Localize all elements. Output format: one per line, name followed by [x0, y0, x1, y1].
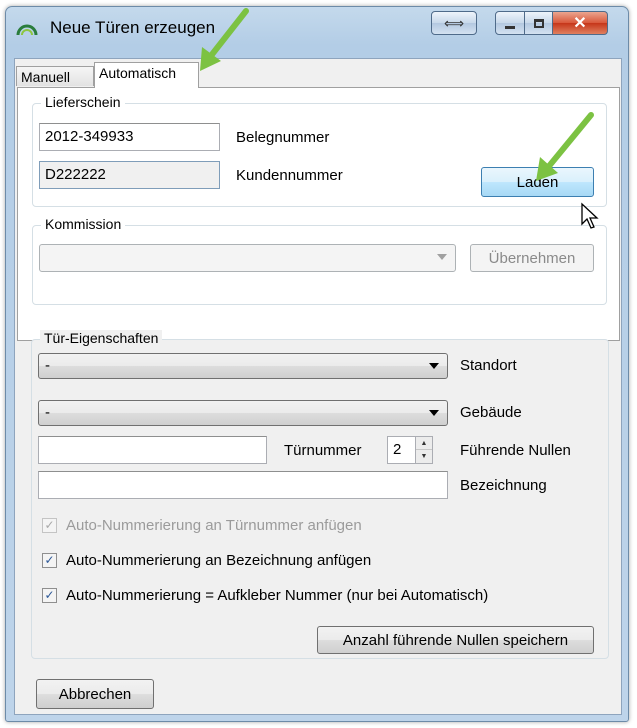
- app-icon: [16, 24, 38, 36]
- checkbox-auto-bezeichnung-label: Auto-Nummerierung an Bezeichnung anfügen: [66, 552, 372, 569]
- checkbox-auto-bezeichnung[interactable]: ✓: [42, 553, 57, 568]
- checkbox-auto-aufkleber-label: Auto-Nummerierung = Aufkleber Nummer (nu…: [66, 587, 489, 604]
- maximize-button[interactable]: [525, 11, 553, 35]
- close-icon: ✕: [573, 15, 587, 32]
- group-tuer-eigenschaften: Tür-Eigenschaften - Standort - Gebäude T…: [31, 330, 609, 659]
- chevron-down-icon: [437, 254, 447, 260]
- tab-page-automatisch: Lieferschein 2012-349933 Belegnummer D22…: [17, 87, 620, 341]
- standort-label: Standort: [460, 357, 517, 374]
- checkbox-auto-tuernummer-label: Auto-Nummerierung an Türnummer anfügen: [66, 517, 362, 534]
- abbrechen-button[interactable]: Abbrechen: [36, 679, 154, 709]
- minimize-icon: [505, 25, 515, 29]
- tuernummer-field[interactable]: [38, 436, 267, 464]
- gebaeude-select[interactable]: -: [38, 400, 448, 426]
- standort-select[interactable]: -: [38, 353, 448, 379]
- stepper-up-icon[interactable]: ▲: [416, 437, 432, 450]
- group-lieferschein: Lieferschein 2012-349933 Belegnummer D22…: [32, 94, 607, 207]
- checkbox-auto-tuernummer[interactable]: ✓: [42, 518, 57, 533]
- save-nullen-button[interactable]: Anzahl führende Nullen speichern: [317, 626, 594, 654]
- chevron-down-icon: [429, 363, 439, 369]
- dialog-client: Manuell Automatisch Lieferschein 2012-34…: [14, 58, 622, 715]
- kundennummer-field[interactable]: D222222: [39, 161, 220, 189]
- tab-automatisch[interactable]: Automatisch: [94, 62, 199, 88]
- arrow-annotation-icon: [536, 112, 594, 181]
- cursor-icon: [581, 202, 599, 229]
- group-tuer-legend: Tür-Eigenschaften: [40, 330, 163, 346]
- group-kommission-legend: Kommission: [41, 216, 126, 232]
- belegnummer-label: Belegnummer: [236, 129, 330, 146]
- fuehrende-nullen-value: 2: [393, 441, 402, 458]
- bezeichnung-label: Bezeichnung: [460, 477, 547, 494]
- minimize-button[interactable]: [495, 11, 525, 35]
- dialog-window: Neue Türen erzeugen ⟺ ✕ Manuell Automati…: [5, 6, 629, 722]
- bezeichnung-field[interactable]: [38, 471, 448, 499]
- stepper-down-icon[interactable]: ▼: [416, 450, 432, 463]
- maximize-icon: [533, 18, 544, 28]
- group-kommission: Kommission Übernehmen: [32, 216, 607, 305]
- tab-manuell[interactable]: Manuell: [16, 66, 94, 86]
- tuernummer-label: Türnummer: [284, 442, 362, 459]
- close-button[interactable]: ✕: [553, 11, 608, 35]
- kundennummer-label: Kundennummer: [236, 167, 343, 184]
- resize-icon[interactable]: ⟺: [431, 11, 477, 35]
- chevron-down-icon: [429, 410, 439, 416]
- belegnummer-field[interactable]: 2012-349933: [39, 123, 220, 151]
- stepper-buttons[interactable]: ▲ ▼: [415, 437, 432, 463]
- fuehrende-nullen-stepper[interactable]: 2 ▲ ▼: [387, 436, 433, 464]
- fuehrende-nullen-label: Führende Nullen: [460, 442, 571, 459]
- kommission-select[interactable]: [39, 244, 456, 272]
- checkbox-auto-aufkleber[interactable]: ✓: [42, 588, 57, 603]
- gebaeude-label: Gebäude: [460, 404, 522, 421]
- uebernehmen-button[interactable]: Übernehmen: [470, 244, 594, 272]
- group-lieferschein-legend: Lieferschein: [41, 94, 125, 110]
